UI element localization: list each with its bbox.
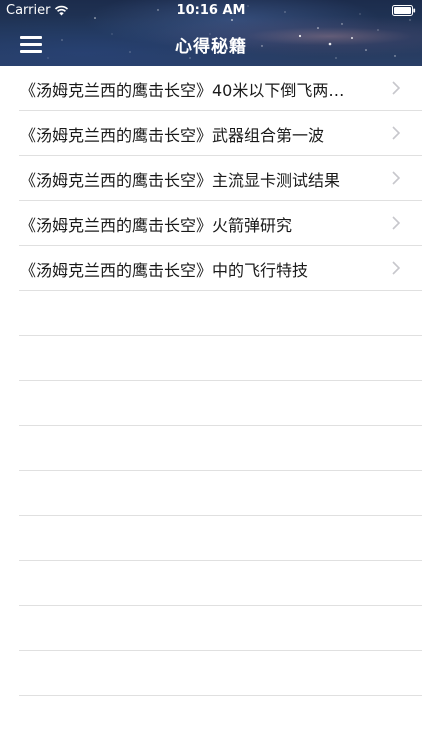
list-item[interactable]: 《汤姆克兰西的鹰击长空》中的飞行特技 xyxy=(19,246,422,291)
empty-row xyxy=(19,381,422,426)
empty-row xyxy=(19,516,422,561)
chevron-right-icon xyxy=(392,81,400,95)
article-list: 《汤姆克兰西的鹰击长空》40米以下倒飞两… 《汤姆克兰西的鹰击长空》武器组合第一… xyxy=(0,66,422,699)
empty-row xyxy=(19,651,422,696)
empty-row xyxy=(19,561,422,606)
empty-row xyxy=(19,606,422,651)
status-bar: Carrier 10:16 AM xyxy=(0,0,422,22)
chevron-right-icon xyxy=(392,261,400,275)
chevron-right-icon xyxy=(392,171,400,185)
page-title: 心得秘籍 xyxy=(175,37,247,57)
list-item-label: 《汤姆克兰西的鹰击长空》40米以下倒飞两… xyxy=(20,81,345,100)
header: Carrier 10:16 AM 心得秘籍 xyxy=(0,0,422,66)
list-item-label: 《汤姆克兰西的鹰击长空》中的飞行特技 xyxy=(20,261,309,280)
empty-row xyxy=(19,336,422,381)
list-item-label: 《汤姆克兰西的鹰击长空》火箭弹研究 xyxy=(20,216,293,235)
navigation-bar: 心得秘籍 xyxy=(0,22,422,66)
empty-row xyxy=(19,471,422,516)
list-item[interactable]: 《汤姆克兰西的鹰击长空》武器组合第一波 xyxy=(19,111,422,156)
status-time: 10:16 AM xyxy=(176,3,246,18)
empty-row xyxy=(19,426,422,471)
list-item-label: 《汤姆克兰西的鹰击长空》主流显卡测试结果 xyxy=(20,171,341,190)
list-item[interactable]: 《汤姆克兰西的鹰击长空》主流显卡测试结果 xyxy=(19,156,422,201)
list-item-label: 《汤姆克兰西的鹰击长空》武器组合第一波 xyxy=(20,126,325,145)
chevron-right-icon xyxy=(392,216,400,230)
chevron-right-icon xyxy=(392,126,400,140)
empty-row xyxy=(19,291,422,336)
list-item[interactable]: 《汤姆克兰西的鹰击长空》40米以下倒飞两… xyxy=(19,66,422,111)
list-item[interactable]: 《汤姆克兰西的鹰击长空》火箭弹研究 xyxy=(19,201,422,246)
app-screen: Carrier 10:16 AM 心得秘籍 《汤姆克兰西的鹰击长空》40米以下倒… xyxy=(0,0,422,750)
bottom-space xyxy=(0,699,422,750)
battery-icon xyxy=(392,5,416,16)
